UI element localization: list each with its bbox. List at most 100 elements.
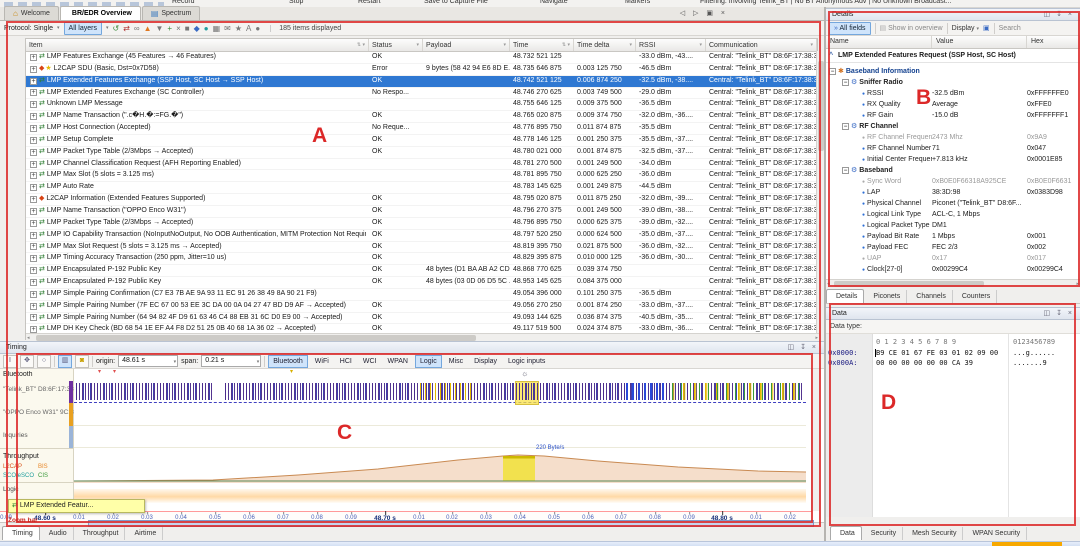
select-tool[interactable]: I bbox=[3, 355, 17, 368]
document-tab[interactable]: Welcome bbox=[4, 6, 59, 20]
col-time-delta[interactable]: Time delta▾ bbox=[574, 39, 636, 51]
copy-icon[interactable]: ▣ bbox=[983, 24, 990, 32]
panel-splitter[interactable] bbox=[824, 7, 826, 541]
expand-icon[interactable] bbox=[30, 303, 37, 310]
marker-icon[interactable]: ▾ bbox=[290, 369, 293, 375]
toolbar-button[interactable]: Save to Capture File bbox=[424, 0, 488, 5]
data-view-tab[interactable]: Security bbox=[862, 527, 903, 540]
channel-toggle[interactable]: Bluetooth bbox=[268, 355, 308, 368]
packet-row[interactable]: LMP Setup Complete OK 48.778 146 125 0.0… bbox=[26, 135, 817, 147]
pin-icon[interactable]: ↧ bbox=[800, 344, 808, 351]
expand-icon[interactable] bbox=[30, 291, 37, 298]
collapse-icon[interactable] bbox=[842, 167, 849, 174]
col-payload[interactable]: Payload▾ bbox=[423, 39, 510, 51]
window-icon[interactable]: ◫ bbox=[1044, 11, 1053, 18]
sidebar-device1[interactable]: "Telink_BT" D8:6F:17:38:3... bbox=[0, 386, 74, 393]
details-tab[interactable]: Piconets bbox=[864, 290, 907, 303]
packet-row[interactable]: LMP Channel Classification Request (AFH … bbox=[26, 159, 817, 171]
details-row[interactable]: Payload Bit Rate 1 Mbps 0x001 bbox=[826, 231, 1080, 242]
col-item[interactable]: Item⇅ ▾ bbox=[26, 39, 369, 51]
expand-icon[interactable] bbox=[30, 66, 37, 73]
toolbar-button[interactable]: Restart bbox=[358, 0, 381, 5]
toolbar-button[interactable]: Navigate bbox=[540, 0, 568, 5]
details-search[interactable]: Search bbox=[999, 25, 1021, 32]
origin-input[interactable]: 48.61 s bbox=[118, 355, 178, 367]
hex-view[interactable]: 0 1 2 3 4 5 6 7 8 9 0123456789 0x0000: B… bbox=[826, 334, 1080, 517]
details-row[interactable]: RSSI -32.5 dBm 0xFFFFFFE0 bbox=[826, 88, 1080, 99]
channel-toggle[interactable]: WiFi bbox=[311, 356, 333, 367]
packet-row[interactable]: LMP Packet Type Table (2/3Mbps → Accepte… bbox=[26, 147, 817, 159]
expand-icon[interactable] bbox=[30, 184, 37, 191]
details-row[interactable]: Clock[27-0] 0x00299C4 0x00299C4 bbox=[826, 264, 1080, 275]
col-rssi[interactable]: RSSI▾ bbox=[636, 39, 706, 51]
oppo-packet-row[interactable] bbox=[74, 403, 806, 426]
details-row[interactable]: RF Channel bbox=[826, 121, 1080, 132]
telink-packet-row[interactable] bbox=[74, 380, 806, 403]
document-tab[interactable]: Spectrum bbox=[142, 6, 201, 20]
view-tab[interactable]: Audio bbox=[40, 527, 74, 540]
expand-icon[interactable] bbox=[30, 208, 37, 215]
packet-row[interactable]: LMP Extended Features Exchange (SSP Host… bbox=[26, 76, 817, 88]
details-row[interactable]: LAP 38:3D:98 0x0383D98 bbox=[826, 187, 1080, 198]
expand-icon[interactable] bbox=[30, 279, 37, 286]
toolbar-button[interactable]: Markers bbox=[625, 0, 650, 5]
packet-row[interactable]: LMP Simple Pairing Confirmation (C7 E3 7… bbox=[26, 289, 817, 301]
details-row[interactable]: RF Channel Number 71 0x047 bbox=[826, 143, 1080, 154]
view-tab[interactable]: Timing bbox=[2, 526, 40, 540]
packet-row[interactable]: LMP Max Slot (5 slots = 3.125 ms) 48.781… bbox=[26, 170, 817, 182]
details-row[interactable]: Baseband bbox=[826, 165, 1080, 176]
marker-icon[interactable]: ▾ bbox=[113, 369, 116, 375]
expand-icon[interactable] bbox=[30, 78, 37, 85]
packet-row[interactable]: Unknown LMP Message 48.755 646 125 0.009… bbox=[26, 99, 817, 111]
details-tab[interactable]: Counters bbox=[953, 290, 997, 303]
packet-row[interactable]: LMP Encapsulated P-192 Public Key OK 48 … bbox=[26, 265, 817, 277]
expand-icon[interactable] bbox=[30, 267, 37, 274]
view-tab[interactable]: Airtime bbox=[125, 527, 163, 540]
expand-icon[interactable] bbox=[30, 149, 37, 156]
marker-icon[interactable]: ▾ bbox=[98, 369, 101, 375]
details-row[interactable]: Sniffer Radio bbox=[826, 77, 1080, 88]
close-icon[interactable]: × bbox=[1068, 11, 1074, 18]
expand-icon[interactable] bbox=[30, 314, 37, 321]
expand-icon[interactable] bbox=[30, 113, 37, 120]
packet-row[interactable]: LMP Encapsulated P-192 Public Key OK 48 … bbox=[26, 277, 817, 289]
expand-icon[interactable] bbox=[30, 101, 37, 108]
channel-toggle[interactable]: HCI bbox=[336, 356, 356, 367]
packet-row[interactable]: LMP Host Connection (Accepted) No Reque.… bbox=[26, 123, 817, 135]
filter-toolbar-icons[interactable]: ↺⇄∞ ▲▼+× ■◆● ▦✉★A● bbox=[112, 24, 260, 33]
timing-scrollbar[interactable] bbox=[811, 369, 820, 511]
packet-row[interactable]: LMP Name Transaction (".c�H.�:=FG.�") OK… bbox=[26, 111, 817, 123]
window-icon[interactable]: ◫ bbox=[788, 344, 797, 351]
packet-row[interactable]: LMP Packet Type Table (2/3Mbps → Accepte… bbox=[26, 218, 817, 230]
toolbar-button[interactable]: Record bbox=[172, 0, 195, 5]
gear-marker-icon[interactable]: ☼ bbox=[521, 369, 528, 378]
packet-row[interactable]: LMP Features Exchange (45 Features → 46 … bbox=[26, 52, 817, 64]
expand-icon[interactable] bbox=[30, 172, 37, 179]
expand-icon[interactable] bbox=[30, 220, 37, 227]
sidebar-device2[interactable]: "OPPO Enco W31" 9C:87:8... bbox=[0, 409, 74, 416]
close-icon[interactable]: × bbox=[812, 344, 818, 351]
packet-row[interactable]: LMP Max Slot Request (5 slots = 3.125 ms… bbox=[26, 242, 817, 254]
collapse-icon[interactable] bbox=[842, 79, 849, 86]
channel-toggle[interactable]: Logic bbox=[415, 355, 442, 368]
details-summary[interactable]: LMP Extended Features Request (SSP Host,… bbox=[826, 49, 1080, 63]
view-tab[interactable]: Throughput bbox=[74, 527, 126, 540]
sidebar-inquiries[interactable]: Inquiries bbox=[0, 432, 74, 439]
toolbar-button[interactable]: Stop bbox=[289, 0, 303, 5]
close-icon[interactable]: × bbox=[1068, 310, 1074, 317]
packet-row[interactable]: LMP IO Capability Transaction (NoInputNo… bbox=[26, 230, 817, 242]
inquiries-row[interactable] bbox=[74, 426, 806, 448]
pan-tool[interactable]: ✥ bbox=[20, 355, 34, 368]
display-dropdown[interactable]: Display ▾ bbox=[952, 25, 979, 32]
channel-toggle[interactable]: WCI bbox=[359, 356, 381, 367]
packet-row[interactable]: LMP Timing Accuracy Transaction (250 ppm… bbox=[26, 253, 817, 265]
channel-toggle[interactable]: WPAN bbox=[383, 356, 411, 367]
details-row[interactable]: Sync Word 0xB0E0F66318A925CE 0xB0E0F6631 bbox=[826, 176, 1080, 187]
channel-toggle[interactable]: Display bbox=[470, 356, 501, 367]
collapse-icon[interactable] bbox=[842, 123, 849, 130]
details-row[interactable]: Initial Center Frequency ... +7.813 kHz … bbox=[826, 154, 1080, 165]
span-input[interactable]: 0.21 s bbox=[201, 355, 261, 367]
expand-icon[interactable] bbox=[30, 54, 37, 61]
window-icon[interactable]: ◫ bbox=[1044, 310, 1053, 317]
expand-icon[interactable] bbox=[30, 161, 37, 168]
